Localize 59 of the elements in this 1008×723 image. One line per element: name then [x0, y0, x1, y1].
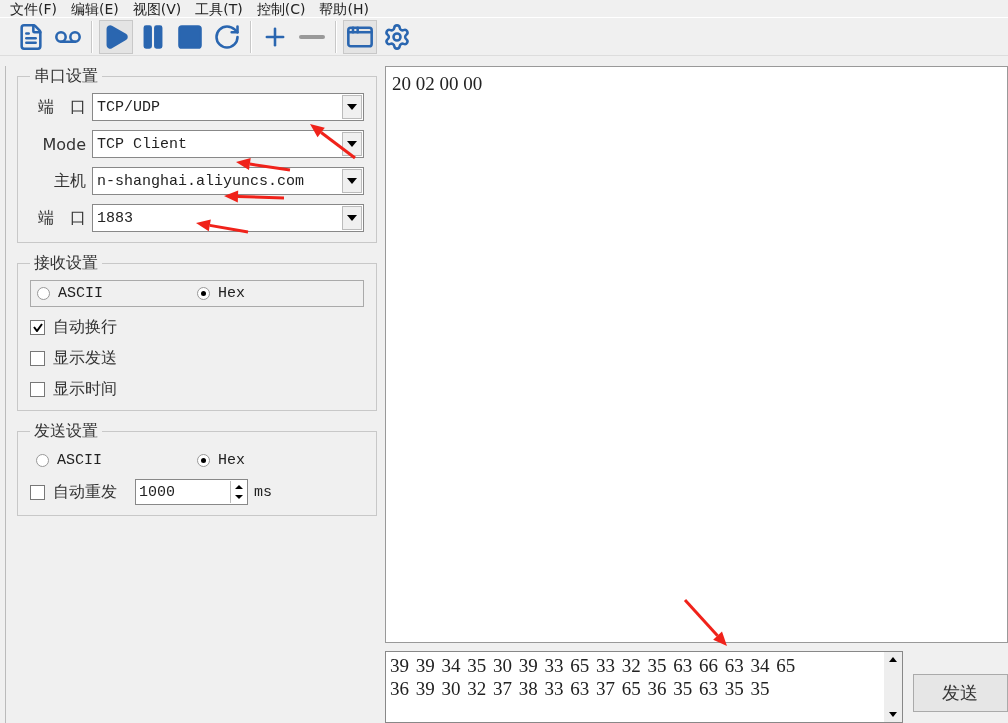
dropdown-arrow-icon — [347, 215, 357, 221]
checkbox-option[interactable]: 显示时间 — [30, 379, 364, 400]
scrollbar[interactable] — [883, 652, 902, 722]
checkbox-option[interactable]: 自动换行 — [30, 317, 364, 338]
dropdown-field[interactable]: TCP/UDP — [92, 93, 364, 121]
stop-icon — [176, 22, 204, 51]
send-button[interactable]: 发送 — [912, 674, 1008, 712]
checkbox[interactable] — [30, 382, 45, 397]
radio-button[interactable] — [37, 287, 50, 300]
annotation-arrow — [196, 219, 249, 234]
field-label: 端 口 — [37, 207, 86, 229]
annotation-arrow — [224, 190, 285, 203]
radio-option[interactable]: Hex — [197, 285, 357, 302]
menu-item[interactable]: 帮助(H) — [319, 0, 369, 17]
field-label: 主机 — [53, 170, 86, 192]
refresh-icon — [213, 22, 241, 51]
receive-text-area[interactable]: 20 02 00 00 — [385, 66, 1008, 643]
document-icon — [17, 22, 45, 51]
radio-button[interactable] — [197, 454, 210, 467]
dropdown-field[interactable]: n-shanghai.aliyuncs.com — [92, 167, 364, 195]
checkbox[interactable] — [30, 320, 45, 335]
radio-option[interactable]: Hex — [197, 452, 358, 469]
dropdown-field[interactable]: 1883 — [92, 204, 364, 232]
number-field[interactable]: 1000 — [135, 479, 248, 505]
send-line: 39 39 34 35 30 39 33 65 33 32 35 63 66 63 34 65 — [390, 654, 797, 677]
radio-button[interactable] — [36, 454, 49, 467]
radio-option[interactable]: ASCII — [36, 452, 197, 469]
dropdown-field[interactable]: TCP Client — [92, 130, 364, 158]
menu-item[interactable]: 工具(T) — [195, 0, 243, 17]
group-title: 发送设置 — [33, 421, 99, 442]
field-label: 端 口 — [37, 96, 86, 118]
menu-item[interactable]: 控制(C) — [256, 0, 306, 17]
menu-item[interactable]: 视图(V) — [132, 0, 182, 17]
menu-item[interactable]: 编辑(E) — [71, 0, 119, 17]
toolbar-button[interactable] — [99, 19, 133, 54]
annotation-arrow — [310, 124, 356, 160]
dropdown-arrow-icon — [347, 178, 357, 184]
field-label: Mode — [41, 134, 86, 154]
checkbox[interactable] — [30, 484, 45, 500]
toolbar-button[interactable] — [343, 19, 377, 54]
annotation-arrow — [683, 599, 727, 646]
unit-label: ms — [254, 483, 272, 501]
menu-item[interactable]: 文件(F) — [10, 0, 57, 17]
radio-button[interactable] — [197, 287, 210, 300]
checkmark-icon — [32, 323, 43, 332]
checkbox-option[interactable]: 显示发送 — [30, 348, 364, 369]
annotation-arrow — [236, 158, 291, 172]
dropdown-arrow-icon — [347, 141, 357, 147]
dropdown-arrow-icon — [347, 104, 357, 110]
received-line: 20 02 00 00 — [392, 73, 484, 95]
checkbox[interactable] — [30, 351, 45, 366]
settings-icon — [383, 22, 411, 51]
send-line: 36 39 30 32 37 38 33 63 37 65 36 35 63 35 35 — [390, 677, 771, 700]
minus-icon — [299, 34, 325, 39]
checkbox-option[interactable]: 自动重发 — [30, 481, 117, 503]
send-text-area[interactable]: 39 39 34 35 30 39 33 65 33 32 35 63 66 63 34 65 36 39 30 32 37 38 33 63 37 65 36 35 63 35 35 — [385, 651, 903, 723]
group-title: 串口设置 — [33, 66, 99, 87]
group-title: 接收设置 — [33, 253, 99, 274]
radio-option[interactable]: ASCII — [37, 285, 197, 302]
